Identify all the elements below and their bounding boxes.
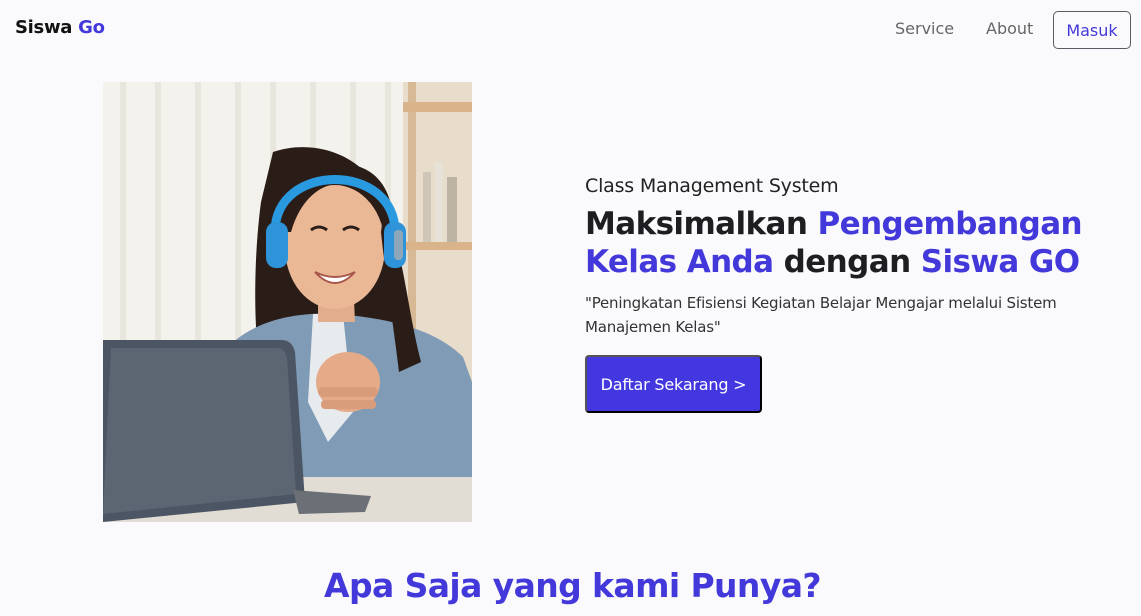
headline-word: dengan	[783, 244, 911, 280]
hero-subtitle: Class Management System	[585, 175, 839, 197]
brand-name-accent: Go	[78, 17, 105, 38]
login-button[interactable]: Masuk	[1053, 11, 1131, 49]
student-photo-illustration	[103, 82, 472, 522]
hero-text: Class Management System Maksimalkan Peng…	[585, 175, 1105, 339]
hero-headline: Maksimalkan Pengembangan Kelas Anda deng…	[585, 205, 1105, 281]
hero-image	[103, 82, 472, 522]
navbar: Siswa Go Service About Masuk	[0, 0, 1141, 60]
headline-accent-word: Kelas Anda	[585, 244, 774, 280]
headline-accent-word: Pengembangan	[817, 206, 1083, 242]
nav-link-service[interactable]: Service	[895, 19, 954, 38]
headline-word: Maksimalkan	[585, 206, 808, 242]
brand-name: Siswa	[15, 17, 73, 38]
brand-logo[interactable]: Siswa Go	[15, 17, 105, 38]
hero-tagline: "Peningkatan Efisiensi Kegiatan Belajar …	[585, 294, 1057, 336]
headline-accent-word: Siswa GO	[920, 244, 1080, 280]
register-now-button[interactable]: Daftar Sekarang >	[585, 355, 762, 413]
features-section-title: Apa Saja yang kami Punya?	[324, 566, 822, 605]
nav-link-about[interactable]: About	[986, 19, 1033, 38]
